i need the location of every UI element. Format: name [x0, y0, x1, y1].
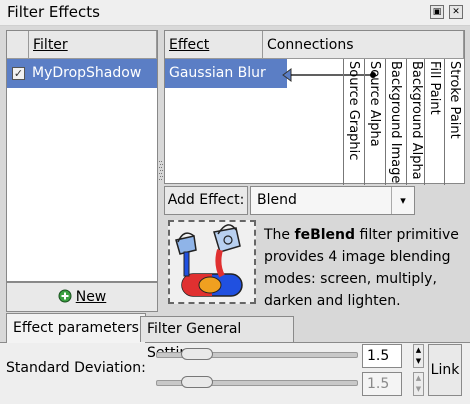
blend-illustration-icon — [168, 220, 256, 304]
std-dev-y-input[interactable]: 1.5 — [362, 372, 402, 396]
filter-check-column-header — [7, 31, 29, 59]
std-dev-x-slider-thumb[interactable] — [181, 348, 214, 360]
effect-type-select[interactable]: Blend ▾ — [250, 186, 415, 215]
effect-type-value: Blend — [257, 192, 297, 208]
window-title: Filter Effects — [7, 3, 100, 21]
std-dev-y-spin-buttons[interactable]: ▲ ▼ — [413, 372, 424, 396]
new-filter-label: New — [75, 289, 107, 305]
effect-list: Effect Connections Gaussian Blur Source … — [164, 30, 465, 185]
new-filter-button[interactable]: New — [6, 282, 158, 312]
input-background-image[interactable]: Background Image — [385, 59, 406, 185]
input-source-graphic[interactable]: Source Graphic — [343, 59, 364, 185]
tab-effect-parameters[interactable]: Effect parameters — [6, 313, 146, 343]
primitive-name: feBlend — [294, 227, 356, 243]
pane-splitter[interactable] — [159, 160, 163, 182]
link-button[interactable]: Link — [428, 344, 462, 396]
input-fill-paint[interactable]: Fill Paint — [424, 59, 445, 185]
filter-name: MyDropShadow — [32, 65, 142, 81]
filter-column-header[interactable]: Filter — [29, 31, 157, 59]
effect-description: The feBlend filter primitive provides 4 … — [264, 227, 459, 309]
connections-column-header[interactable]: Connections — [263, 31, 464, 59]
window-titlebar: Filter Effects ▣ ✕ — [0, 0, 470, 26]
standard-deviation-label: Standard Deviation: — [6, 360, 146, 376]
effect-name: Gaussian Blur — [169, 65, 266, 81]
filter-row-mydropshadow[interactable]: ✓ MyDropShadow — [7, 59, 157, 88]
filter-enabled-checkbox[interactable]: ✓ — [12, 67, 25, 80]
effect-column-header[interactable]: Effect — [165, 31, 263, 59]
filter-list: Filter ✓ MyDropShadow — [6, 30, 158, 282]
restore-button[interactable]: ▣ — [430, 5, 444, 19]
input-source-alpha[interactable]: Source Alpha — [364, 59, 385, 185]
effect-row-gaussian-blur[interactable]: Gaussian Blur — [165, 59, 287, 88]
std-dev-x-spin-buttons[interactable]: ▲ ▼ — [413, 344, 424, 368]
input-stroke-paint[interactable]: Stroke Paint — [444, 59, 465, 185]
std-dev-y-slider-thumb[interactable] — [181, 376, 214, 388]
std-dev-x-input[interactable]: 1.5 — [362, 344, 402, 368]
close-button[interactable]: ✕ — [449, 5, 463, 19]
tab-filter-general-settings[interactable]: Filter General Settings — [140, 316, 294, 361]
add-effect-button[interactable]: Add Effect: — [164, 186, 248, 215]
add-icon — [58, 285, 72, 303]
chevron-down-icon[interactable]: ▾ — [391, 187, 414, 214]
